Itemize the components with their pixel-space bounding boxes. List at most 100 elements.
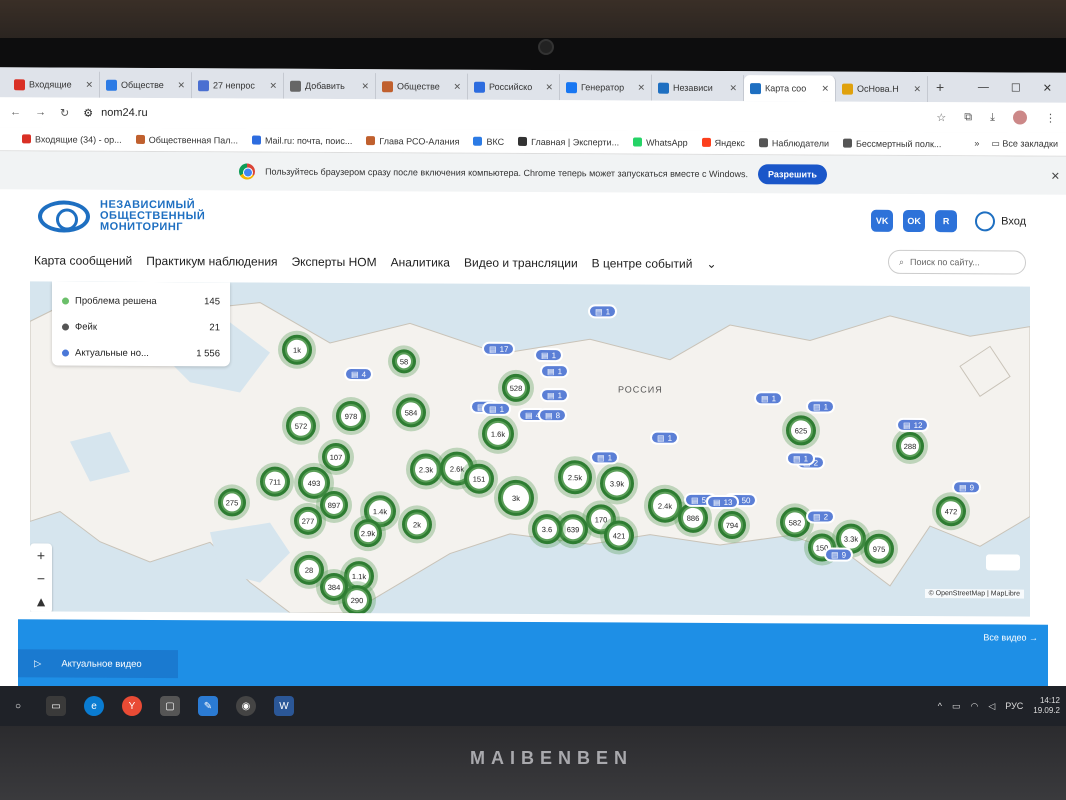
extensions-icon[interactable]: ⧉ [964,111,972,124]
message-cluster[interactable]: 1k [282,334,312,365]
browser-tab[interactable]: Российско ✕ [468,73,560,101]
ok-icon[interactable]: OK [903,209,926,233]
zoom-in-button[interactable]: + [37,547,45,563]
browser-tab[interactable]: Обществе ✕ [376,73,468,100]
legend-row[interactable]: Актуальные но... 1 556 [62,340,220,367]
message-cluster[interactable]: 472 [936,496,966,527]
zoom-out-button[interactable]: − [37,570,45,586]
minimize-icon[interactable]: — [978,81,989,94]
search-icon[interactable]: ○ [8,696,28,716]
chrome-taskbar-icon[interactable]: ◉ [236,696,256,716]
nav-item[interactable]: Эксперты НОМ [292,255,377,269]
message-map[interactable]: Проблема решена 145 Фейк 21 Актуальные н… [30,281,1030,617]
news-pin[interactable]: ▤1 [650,430,680,445]
message-cluster[interactable]: 2.5k [558,460,592,495]
edge-icon[interactable]: e [84,696,104,716]
bookmark-item[interactable]: Mail.ru: почта, поис... [252,135,352,146]
close-tab-icon[interactable]: ✕ [177,80,185,91]
message-cluster[interactable]: 625 [786,415,816,446]
bookmark-item[interactable]: ВКС [473,136,504,146]
nav-item[interactable]: В центре событий [592,256,693,271]
close-tab-icon[interactable]: ✕ [361,81,369,92]
login-button[interactable]: Вход [975,211,1026,232]
site-info-icon[interactable]: ⚙ [83,106,93,119]
yandex-browser-icon[interactable]: Y [122,696,142,716]
news-pin[interactable]: ▤ 13 [706,494,740,510]
message-cluster[interactable]: 421 [604,520,634,551]
paint-icon[interactable]: ✎ [198,696,218,716]
back-icon[interactable]: ← [10,106,21,118]
message-cluster[interactable]: 978 [336,400,366,432]
message-cluster[interactable]: 3k [498,479,534,517]
news-pin[interactable]: ▤1 [590,450,620,465]
bookmark-item[interactable]: Входящие (34) - ор... [22,134,122,144]
word-icon[interactable]: W [274,696,294,716]
close-tab-icon[interactable]: ✕ [545,82,553,93]
close-tab-icon[interactable]: ✕ [453,81,461,92]
news-pin[interactable]: ▤4 [344,367,374,382]
message-cluster[interactable]: 277 [294,506,322,535]
bookmark-item[interactable]: Общественная Пал... [135,134,238,145]
legend-row[interactable]: Фейк 21 [62,314,220,341]
menu-icon[interactable]: ⋮ [1045,111,1056,124]
chevron-down-icon[interactable]: ⌄ [706,257,716,271]
browser-tab[interactable]: Добавить ✕ [284,72,376,100]
browser-tab[interactable]: Независи ✕ [652,74,744,102]
nav-item[interactable]: Видео и трансляции [464,256,578,271]
current-video-tab[interactable]: ▷ Актуальное видео [18,649,178,679]
bookmarks-more[interactable]: » [974,138,979,149]
news-pin[interactable]: ▤ 9 [952,480,982,495]
chevron-up-icon[interactable]: ^ [938,701,942,711]
all-bookmarks-folder[interactable]: ▭ Все закладки [991,138,1058,149]
rutube-icon[interactable]: R [935,210,958,233]
message-cluster[interactable]: 2.3k [410,453,442,486]
battery-icon[interactable]: ▭ [952,701,961,712]
map-attribution[interactable]: © OpenStreetMap | MapLibre [924,589,1024,599]
message-cluster[interactable]: 584 [396,397,426,428]
message-cluster[interactable]: 2k [402,509,432,540]
message-cluster[interactable]: 107 [322,442,350,472]
news-pin[interactable]: ▤1 [534,348,564,363]
browser-tab[interactable]: Генератор ✕ [560,74,652,101]
message-cluster[interactable]: 2.4k [648,488,682,523]
news-pin[interactable]: ▤ 9 [824,547,854,562]
north-icon[interactable]: ▲ [34,594,48,610]
news-pin[interactable]: ▤1 [754,391,784,406]
message-cluster[interactable]: 288 [896,431,924,461]
message-cluster[interactable]: 58 [392,349,416,374]
download-icon[interactable]: ⤓ [990,111,995,124]
bookmark-item[interactable]: Глава РСО-Алания [366,136,459,146]
news-pin[interactable]: ▤ 17 [482,341,516,356]
news-pin[interactable]: ▤1 [786,451,816,466]
wifi-icon[interactable]: ◠ [970,701,978,712]
legend-row[interactable]: Проблема решена 145 [62,288,220,315]
vk-icon[interactable]: VK [871,209,894,232]
task-view-icon[interactable]: ▭ [46,696,66,716]
maximize-icon[interactable]: ☐ [1011,81,1021,94]
close-tab-icon[interactable]: ✕ [821,83,829,94]
message-cluster[interactable]: 275 [218,488,246,517]
site-logo[interactable]: НЕЗАВИСИМЫЙ ОБЩЕСТВЕННЫЙ МОНИТОРИНГ [38,199,205,233]
close-icon[interactable]: ✕ [1051,169,1060,182]
browser-tab[interactable]: ОсНова.Н ✕ [836,75,928,103]
message-cluster[interactable]: 3.6 [532,513,562,545]
bookmark-item[interactable]: WhatsApp [633,137,688,147]
bookmark-item[interactable]: Бессмертный полк... [843,138,941,149]
bookmark-item[interactable]: Яндекс [701,137,745,148]
close-tab-icon[interactable]: ✕ [85,79,93,90]
language-indicator[interactable]: РУС [1005,701,1023,711]
message-cluster[interactable]: 572 [286,410,316,441]
volume-icon[interactable]: ◁ [988,701,995,712]
news-pin[interactable]: ▤1 [540,364,570,379]
close-tab-icon[interactable]: ✕ [913,83,921,94]
bookmark-item[interactable]: Наблюдатели [758,138,829,148]
bookmark-item[interactable]: Главная | Эксперти... [518,136,619,147]
message-cluster[interactable]: 897 [320,490,348,520]
message-cluster[interactable]: 975 [864,533,894,564]
news-pin[interactable]: ▤1 [806,399,836,414]
nav-item[interactable]: Практикум наблюдения [146,254,277,269]
news-pin[interactable]: ▤ 12 [896,417,930,433]
url-field[interactable]: ⚙ nom24.ru [83,106,147,119]
forward-icon[interactable]: → [35,106,46,118]
profile-avatar[interactable] [1013,110,1027,125]
